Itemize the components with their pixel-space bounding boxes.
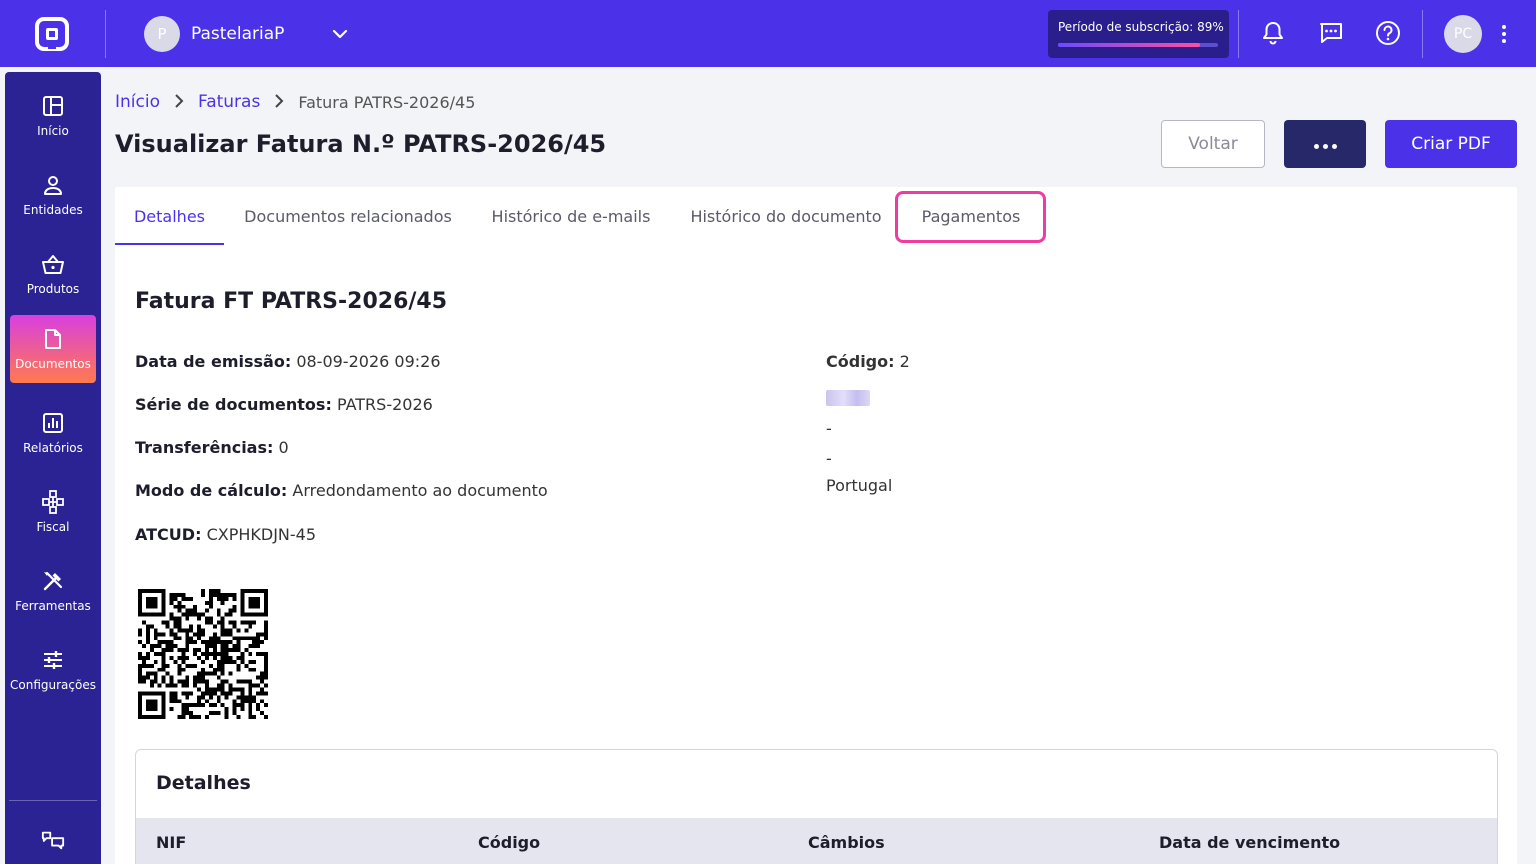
column-header-cambios: Câmbios [808, 833, 885, 852]
invoice-card: Detalhes Documentos relacionados Históri… [115, 187, 1517, 864]
sidebar-item-label: Relatórios [23, 441, 83, 455]
redacted-client-name [826, 390, 870, 406]
sidebar: Início Entidades Produtos Documentos Rel… [5, 72, 101, 864]
issue-date-field: Data de emissão: 08-09-2026 09:26 [135, 352, 441, 371]
sidebar-item-label: Documentos [15, 357, 91, 371]
chat-icon[interactable] [1317, 18, 1345, 48]
tab-documentos-relacionados[interactable]: Documentos relacionados [243, 187, 453, 245]
network-icon [41, 490, 65, 514]
breadcrumb: Início Faturas Fatura PATRS-2026/45 [115, 91, 475, 113]
back-button[interactable]: Voltar [1161, 120, 1265, 168]
page-title: Visualizar Fatura N.º PATRS-2026/45 [115, 130, 607, 158]
column-header-data-vencimento: Data de vencimento [1159, 833, 1341, 852]
sidebar-item-documentos[interactable]: Documentos [10, 315, 96, 383]
document-title: Fatura FT PATRS-2026/45 [135, 289, 448, 314]
company-selector[interactable]: P PastelariaP [144, 16, 348, 52]
subscription-label: Período de subscrição: 89% [1058, 20, 1224, 34]
details-section: Detalhes NIF Código Câmbios Data de venc… [135, 749, 1498, 864]
tools-icon [41, 569, 65, 593]
create-pdf-button[interactable]: Criar PDF [1385, 120, 1517, 168]
field-value: Arredondamento ao documento [292, 481, 548, 500]
sidebar-item-label: Entidades [23, 203, 83, 217]
subscription-period[interactable]: Período de subscrição: 89% [1048, 10, 1229, 58]
chevron-right-icon [274, 93, 284, 112]
details-table-header: NIF Código Câmbios Data de vencimento [136, 818, 1497, 864]
tab-bar: Detalhes Documentos relacionados Históri… [115, 187, 1517, 245]
sidebar-item-label: Fiscal [36, 520, 70, 534]
bell-icon[interactable] [1259, 18, 1287, 48]
field-value: 2 [899, 352, 910, 371]
client-address-line1: - [826, 419, 832, 438]
breadcrumb-faturas-link[interactable]: Faturas [198, 92, 260, 112]
sidebar-item-label: Configurações [10, 678, 96, 692]
app-logo-icon[interactable] [34, 17, 70, 51]
atcud-field: ATCUD: CXPHKDJN-45 [135, 525, 316, 544]
field-value: 08-09-2026 09:26 [296, 352, 441, 371]
document-icon [41, 327, 65, 351]
column-header-codigo: Código [478, 833, 541, 852]
calculation-mode-field: Modo de cálculo: Arredondamento ao docum… [135, 481, 548, 500]
sidebar-item-entidades[interactable]: Entidades [10, 161, 96, 229]
sidebar-item-feedback[interactable] [10, 816, 96, 864]
sliders-icon [41, 648, 65, 672]
column-header-nif: NIF [156, 833, 187, 852]
client-address-line2: - [826, 449, 832, 468]
more-vertical-icon[interactable] [1496, 20, 1512, 48]
top-bar: P PastelariaP Período de subscrição: 89%… [0, 0, 1536, 67]
topbar-divider [1422, 10, 1423, 58]
field-label: Modo de cálculo: [135, 481, 288, 500]
basket-icon [41, 252, 65, 276]
sidebar-item-ferramentas[interactable]: Ferramentas [10, 557, 96, 625]
sidebar-item-configuracoes[interactable]: Configurações [10, 636, 96, 704]
tab-historico-documento[interactable]: Histórico do documento [688, 187, 884, 245]
qr-code [138, 589, 268, 719]
client-code-field: Código: 2 [826, 352, 910, 371]
subscription-progress-fill [1058, 43, 1201, 47]
more-horizontal-icon [1312, 134, 1339, 154]
sidebar-item-label: Ferramentas [15, 599, 91, 613]
topbar-divider [105, 10, 106, 58]
company-avatar: P [144, 16, 180, 52]
sidebar-item-relatorios[interactable]: Relatórios [10, 399, 96, 467]
chevron-right-icon [174, 93, 184, 112]
breadcrumb-current: Fatura PATRS-2026/45 [298, 92, 476, 112]
chevron-down-icon [330, 24, 350, 44]
topbar-divider [1238, 10, 1239, 58]
field-label: Série de documentos: [135, 395, 332, 414]
sidebar-item-produtos[interactable]: Produtos [10, 240, 96, 308]
sidebar-item-label: Início [37, 124, 69, 138]
feedback-icon [41, 828, 65, 852]
tab-detalhes[interactable]: Detalhes [115, 187, 224, 245]
field-label: Data de emissão: [135, 352, 292, 371]
details-title: Detalhes [156, 772, 251, 794]
field-label: Transferências: [135, 438, 274, 457]
sidebar-item-inicio[interactable]: Início [10, 82, 96, 150]
field-label: ATCUD: [135, 525, 202, 544]
field-value: CXPHKDJN-45 [206, 525, 317, 544]
company-name: PastelariaP [191, 24, 285, 44]
help-icon[interactable] [1374, 18, 1402, 48]
document-series-field: Série de documentos: PATRS-2026 [135, 395, 433, 414]
user-avatar[interactable]: PC [1444, 15, 1482, 53]
field-value: 0 [278, 438, 289, 457]
person-icon [41, 173, 65, 197]
pagamentos-highlight [895, 191, 1046, 243]
chart-icon [41, 411, 65, 435]
subscription-progress-bar [1058, 43, 1218, 47]
transfers-field: Transferências: 0 [135, 438, 289, 457]
breadcrumb-home-link[interactable]: Início [115, 92, 160, 112]
tab-historico-emails[interactable]: Histórico de e-mails [491, 187, 651, 245]
field-label: Código: [826, 352, 895, 371]
dashboard-icon [41, 94, 65, 118]
sidebar-item-fiscal[interactable]: Fiscal [10, 478, 96, 546]
sidebar-item-label: Produtos [26, 282, 80, 296]
field-value: PATRS-2026 [336, 395, 433, 414]
client-country: Portugal [826, 476, 893, 495]
sidebar-divider [9, 800, 97, 801]
more-options-button[interactable] [1284, 120, 1366, 168]
